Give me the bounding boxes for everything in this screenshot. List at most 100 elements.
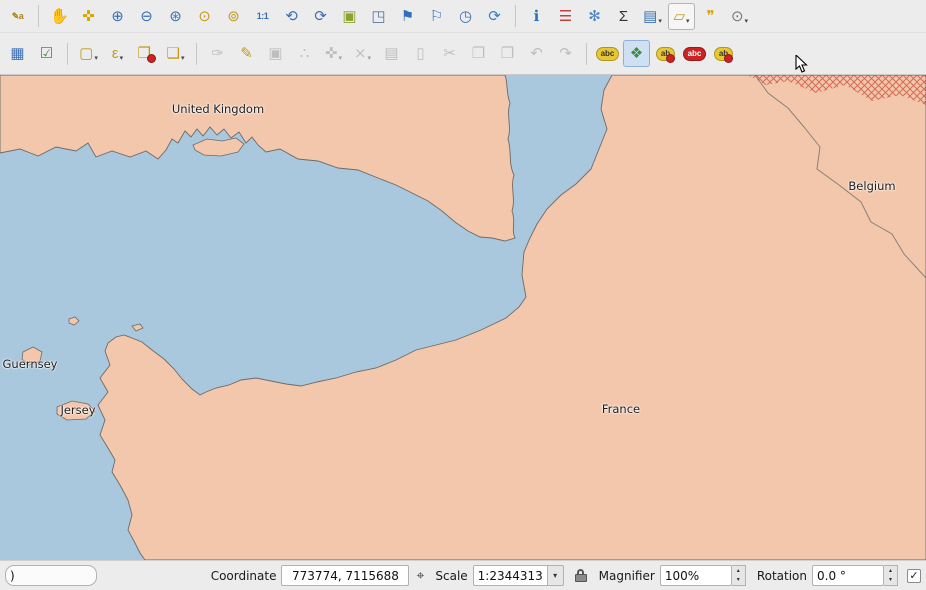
map-label-france: France bbox=[602, 402, 640, 416]
zoom-out-button[interactable]: ⊖ bbox=[133, 3, 160, 30]
magnifier-spin-down-button[interactable]: ▾ bbox=[732, 576, 745, 586]
undo-button: ↶ bbox=[523, 40, 550, 67]
pin-unpin-labels-button[interactable]: ab bbox=[652, 40, 679, 67]
map-label-guernsey: Guernsey bbox=[3, 357, 58, 371]
delete-selected-icon: ▯ bbox=[416, 46, 424, 61]
select-by-value-icon: ❏ bbox=[167, 46, 180, 61]
measure-icon: ▱ bbox=[673, 9, 685, 24]
select-by-expression-button[interactable]: ε▾ bbox=[104, 40, 131, 67]
zoom-last-button[interactable]: ⟲ bbox=[278, 3, 305, 30]
delete-selected-button: ▯ bbox=[407, 40, 434, 67]
change-label-icon: ✎a bbox=[12, 12, 24, 21]
processing-toolbox-button[interactable]: ✻ bbox=[581, 3, 608, 30]
allow-edits-icon: ✑ bbox=[211, 46, 224, 61]
processing-toolbox-icon: ✻ bbox=[588, 9, 601, 24]
lock-body bbox=[575, 574, 587, 582]
vertex-tool-dropdown-arrow[interactable]: ▾ bbox=[368, 54, 372, 66]
show-bookmarks-icon: ⚐ bbox=[430, 9, 443, 24]
toolbar-separator bbox=[515, 5, 516, 27]
statistics-button[interactable]: ☰ bbox=[552, 3, 579, 30]
current-edits-button[interactable]: ▦ bbox=[4, 40, 31, 67]
zoom-native-resolution-button[interactable]: 1:1 bbox=[249, 3, 276, 30]
map-svg bbox=[0, 75, 926, 560]
identify-features-button[interactable]: ℹ bbox=[523, 3, 550, 30]
vertex-tool-icon: ⨯ bbox=[354, 46, 367, 61]
digitize-with-curve-button[interactable]: ☑ bbox=[33, 40, 60, 67]
pan-map-icon: ✋ bbox=[50, 9, 69, 24]
status-bar: Coordinate ⌖ Scale ▾ Magnifier ▴ ▾ Rotat… bbox=[0, 560, 926, 590]
deselect-features-button[interactable]: ❐▾ bbox=[133, 40, 160, 67]
zoom-out-icon: ⊖ bbox=[140, 9, 153, 24]
map-navigation-toolbar: ✎a✋✜⊕⊖⊛⊙⊚1:1⟲⟳▣◳⚑⚐◷⟳ℹ☰✻Σ▤▾▱▾❞⊙▾ bbox=[0, 0, 926, 33]
scale-input[interactable] bbox=[473, 565, 547, 586]
new-3d-map-view-icon: ◳ bbox=[371, 9, 385, 24]
show-bookmarks-button[interactable]: ⚐ bbox=[423, 3, 450, 30]
statistics-icon: ☰ bbox=[559, 9, 572, 24]
magnifier-spin-up-button[interactable]: ▴ bbox=[732, 566, 745, 576]
lock-scale-icon[interactable] bbox=[575, 569, 588, 583]
web-search-dropdown-arrow[interactable]: ▾ bbox=[745, 17, 749, 29]
new-spatial-bookmark-button[interactable]: ⚑ bbox=[394, 3, 421, 30]
rotation-input[interactable] bbox=[812, 565, 884, 586]
rotation-spin-up-button[interactable]: ▴ bbox=[884, 566, 897, 576]
select-features-button[interactable]: ▢▾ bbox=[75, 40, 102, 67]
move-feature-dropdown-arrow[interactable]: ▾ bbox=[339, 54, 343, 66]
select-features-dropdown-arrow[interactable]: ▾ bbox=[94, 54, 98, 66]
temporal-controller-icon: ◷ bbox=[459, 9, 472, 24]
toolbar-separator bbox=[586, 43, 587, 65]
copy-features-icon: ❐ bbox=[472, 46, 485, 61]
coordinate-input[interactable] bbox=[281, 565, 409, 586]
modify-attributes-button: ▤ bbox=[378, 40, 405, 67]
pan-to-selection-icon: ✜ bbox=[82, 9, 95, 24]
move-feature-icon: ✜ bbox=[325, 46, 338, 61]
zoom-to-selection-button[interactable]: ⊙ bbox=[191, 3, 218, 30]
new-map-view-button[interactable]: ▣ bbox=[336, 3, 363, 30]
new-map-view-icon: ▣ bbox=[342, 9, 356, 24]
map-label-belgium: Belgium bbox=[848, 179, 895, 193]
change-label-button[interactable]: ✎a bbox=[4, 3, 31, 30]
measure-button[interactable]: ▱▾ bbox=[668, 3, 695, 30]
toolbar-separator bbox=[67, 43, 68, 65]
zoom-to-selection-icon: ⊙ bbox=[198, 9, 211, 24]
zoom-next-button[interactable]: ⟳ bbox=[307, 3, 334, 30]
layer-labeling-options-button[interactable]: abc bbox=[594, 40, 621, 67]
refresh-button[interactable]: ⟳ bbox=[481, 3, 508, 30]
redo-icon: ↷ bbox=[559, 46, 572, 61]
zoom-last-icon: ⟲ bbox=[285, 9, 298, 24]
render-checkbox[interactable]: ✓ bbox=[907, 569, 921, 583]
select-features-icon: ▢ bbox=[79, 46, 93, 61]
zoom-in-icon: ⊕ bbox=[111, 9, 124, 24]
select-by-value-button[interactable]: ❏▾ bbox=[162, 40, 189, 67]
open-attribute-table-button[interactable]: ▤▾ bbox=[639, 3, 666, 30]
highlight-pinned-labels-icon: abc bbox=[683, 47, 707, 61]
map-tips-button[interactable]: ❞ bbox=[697, 3, 724, 30]
mouse-position-toggle-icon[interactable]: ⌖ bbox=[416, 568, 424, 584]
statistical-summary-button[interactable]: Σ bbox=[610, 3, 637, 30]
select-by-expression-dropdown-arrow[interactable]: ▾ bbox=[120, 54, 124, 66]
zoom-full-button[interactable]: ⊛ bbox=[162, 3, 189, 30]
move-label-diagram-button[interactable]: ab bbox=[710, 40, 737, 67]
map-canvas[interactable]: United KingdomBelgiumGuernseyJerseyFranc… bbox=[0, 75, 926, 560]
pan-map-button[interactable]: ✋ bbox=[46, 3, 73, 30]
magnifier-spin-buttons: ▴ ▾ bbox=[732, 565, 746, 586]
open-attribute-table-dropdown-arrow[interactable]: ▾ bbox=[658, 17, 662, 29]
scale-dropdown-button[interactable]: ▾ bbox=[547, 565, 564, 586]
rotation-spin-down-button[interactable]: ▾ bbox=[884, 576, 897, 586]
magnifier-input[interactable] bbox=[660, 565, 732, 586]
open-attribute-table-icon: ▤ bbox=[643, 9, 657, 24]
layer-diagram-options-button[interactable]: ❖ bbox=[623, 40, 650, 67]
zoom-to-layer-button[interactable]: ⊚ bbox=[220, 3, 247, 30]
temporal-controller-button[interactable]: ◷ bbox=[452, 3, 479, 30]
pan-to-selection-button[interactable]: ✜ bbox=[75, 3, 102, 30]
new-3d-map-view-button[interactable]: ◳ bbox=[365, 3, 392, 30]
rotation-label: Rotation bbox=[757, 569, 807, 583]
zoom-in-button[interactable]: ⊕ bbox=[104, 3, 131, 30]
toggle-editing-button[interactable]: ✎ bbox=[233, 40, 260, 67]
web-search-button[interactable]: ⊙▾ bbox=[726, 3, 753, 30]
rotation-spinbox: ▴ ▾ bbox=[812, 565, 898, 586]
measure-dropdown-arrow[interactable]: ▾ bbox=[686, 17, 690, 29]
locator-input[interactable] bbox=[5, 565, 97, 586]
allow-edits-button: ✑ bbox=[204, 40, 231, 67]
highlight-pinned-labels-button[interactable]: abc bbox=[681, 40, 708, 67]
select-by-value-dropdown-arrow[interactable]: ▾ bbox=[181, 54, 185, 66]
